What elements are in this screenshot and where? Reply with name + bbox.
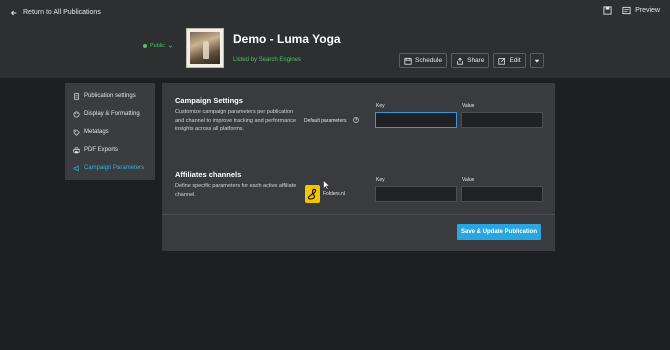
default-key-input[interactable]	[375, 112, 457, 128]
sidebar-item-label: PDF Exports	[84, 147, 119, 153]
folders-logo	[305, 185, 320, 203]
edit-label: Edit	[509, 57, 521, 64]
save-update-button[interactable]: Save & Update Publication	[457, 224, 541, 240]
share-label: Share	[467, 57, 485, 64]
affiliates-description: Define specific parameters for each acti…	[175, 183, 297, 198]
printer-icon	[73, 146, 80, 153]
sidebar-item-label: Publication settings	[84, 93, 136, 99]
sidebar-item-publication-settings[interactable]: Publication settings	[65, 87, 155, 105]
calendar-icon	[404, 57, 412, 65]
tag-icon	[73, 129, 80, 136]
value-column-label: Value	[462, 103, 475, 109]
header: Return to All Publications Preview Publi…	[0, 0, 670, 78]
publication-actions: Schedule Share Edit	[399, 53, 544, 68]
publication-subtitle: Listed by Search Engines	[233, 57, 302, 63]
sidebar-item-metatags[interactable]: Metatags	[65, 123, 155, 141]
affiliates-title: Affiliates channels	[175, 170, 242, 179]
back-link-label: Return to All Publications	[23, 9, 101, 16]
status-label: Public	[150, 43, 165, 49]
sidebar-item-label: Display & Formatting	[84, 111, 140, 117]
affiliate-channel-name: Folders.nl	[323, 191, 345, 197]
settings-sidebar: Publication settings Display & Formattin…	[65, 83, 155, 180]
schedule-button[interactable]: Schedule	[399, 53, 448, 68]
mouse-cursor-icon	[323, 180, 330, 190]
sidebar-item-display-formatting[interactable]: Display & Formatting	[65, 105, 155, 123]
edit-icon	[498, 57, 506, 65]
save-draft-button[interactable]	[603, 6, 612, 15]
sidebar-item-pdf-exports[interactable]: PDF Exports	[65, 141, 155, 159]
sidebar-item-label: Campaign Parameters	[84, 165, 145, 171]
default-value-input[interactable]	[461, 112, 543, 128]
key-column-label: Key	[376, 103, 385, 109]
default-parameters-label: Default parameters	[304, 118, 347, 124]
visibility-status[interactable]: Public	[143, 43, 173, 49]
top-right-toolbar: Preview	[603, 6, 660, 15]
affiliate-key-input[interactable]	[375, 186, 457, 202]
cover-image	[190, 32, 220, 64]
share-button[interactable]: Share	[451, 53, 490, 68]
folders-logo-icon	[307, 188, 317, 200]
help-icon[interactable]	[353, 117, 359, 123]
publication-cover[interactable]	[186, 28, 224, 68]
back-link[interactable]: Return to All Publications	[10, 7, 101, 18]
more-actions-button[interactable]	[529, 53, 544, 68]
affiliate-value-input[interactable]	[461, 186, 543, 202]
affiliate-value-column-label: Value	[462, 177, 475, 183]
campaign-settings-title: Campaign Settings	[175, 96, 243, 105]
preview-button[interactable]: Preview	[622, 6, 660, 15]
palette-icon	[73, 110, 80, 118]
publication-title: Demo - Luma Yoga	[233, 32, 341, 46]
status-dot	[143, 44, 147, 48]
document-icon	[74, 92, 79, 100]
affiliate-key-column-label: Key	[376, 177, 385, 183]
sidebar-item-label: Metatags	[84, 129, 109, 135]
preview-label: Preview	[635, 7, 660, 14]
caret-down-icon	[534, 59, 540, 63]
schedule-label: Schedule	[415, 57, 443, 64]
preview-icon	[622, 6, 631, 15]
share-icon	[457, 57, 463, 65]
chevron-down-icon	[168, 45, 173, 48]
campaign-settings-description: Customize campaign parameters per public…	[175, 109, 297, 132]
section-divider	[162, 214, 555, 215]
edit-button[interactable]: Edit	[493, 53, 526, 68]
megaphone-icon	[73, 164, 79, 172]
arrow-left-icon	[10, 10, 17, 15]
sidebar-item-campaign-parameters[interactable]: Campaign Parameters	[65, 159, 155, 177]
floppy-icon	[603, 6, 612, 15]
